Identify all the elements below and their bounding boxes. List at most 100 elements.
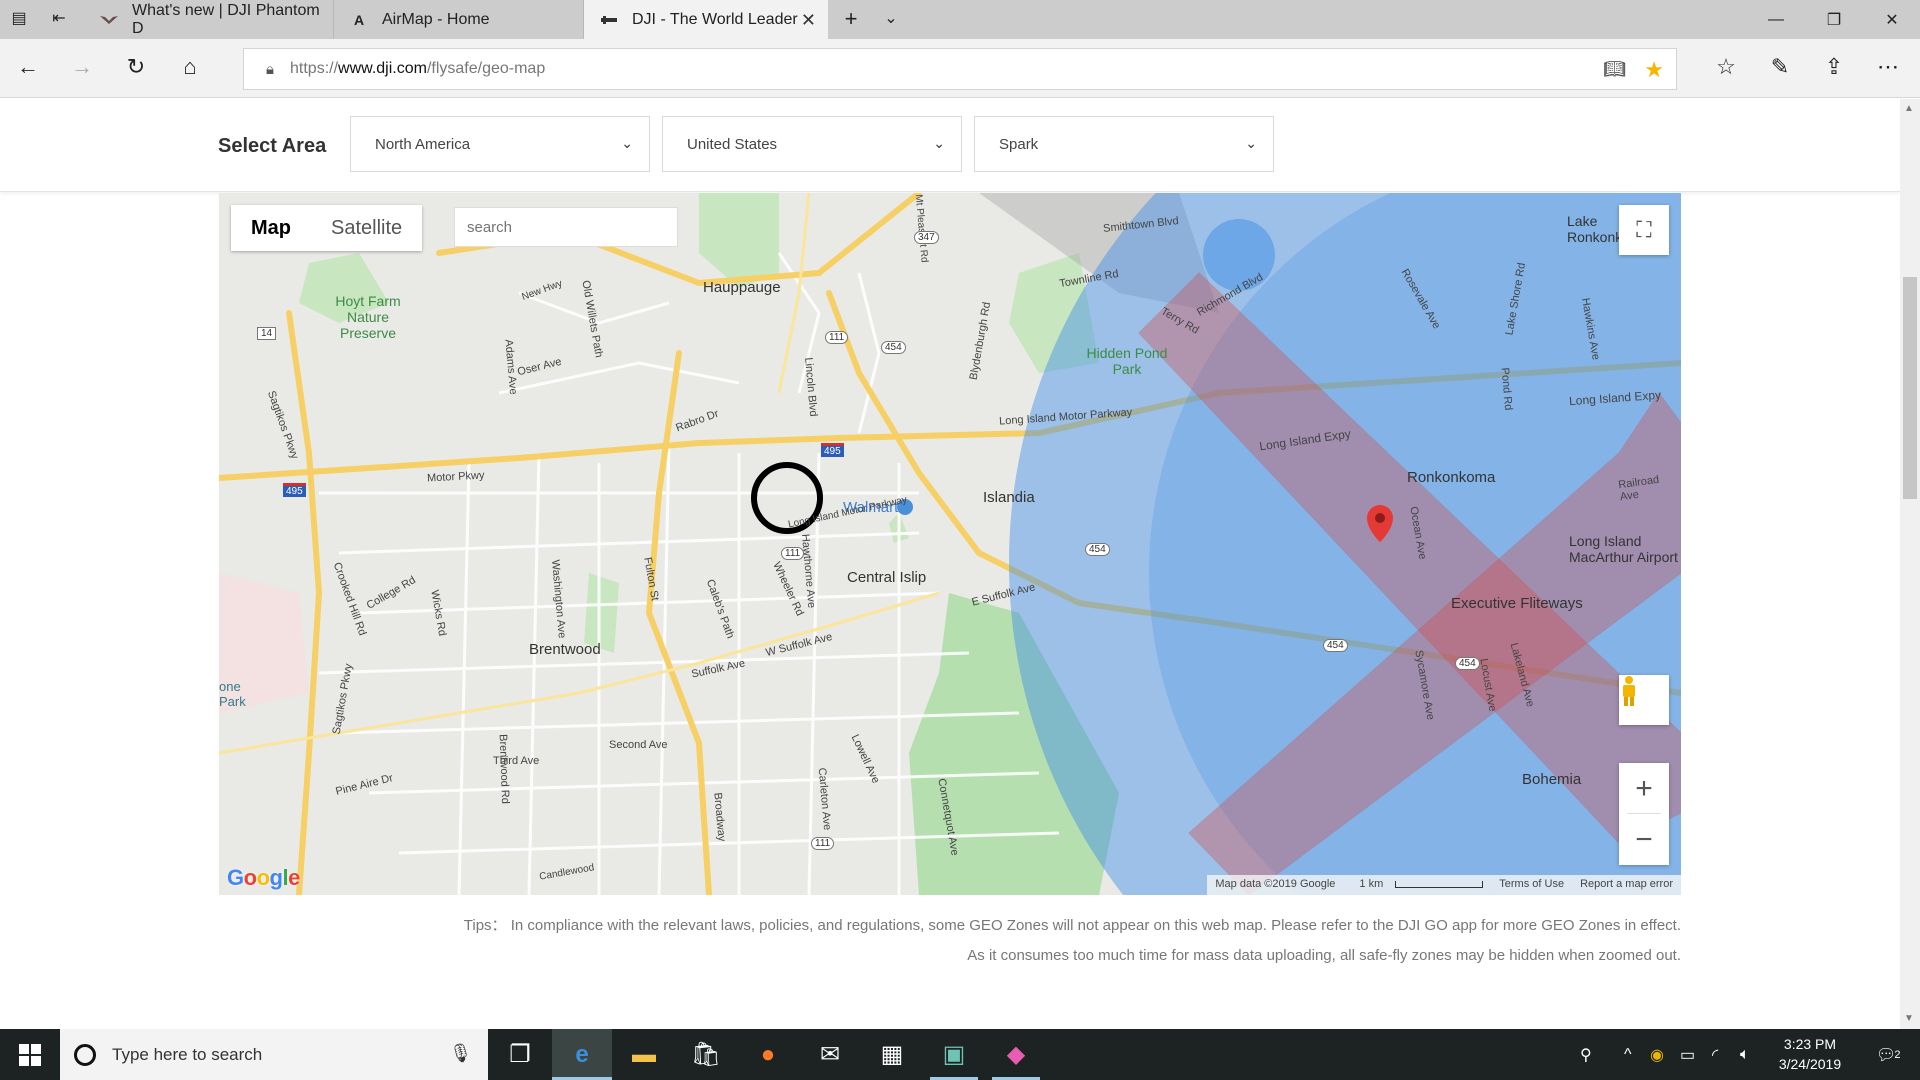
mail-icon[interactable]: ✉ [800, 1029, 860, 1080]
dji-logo-icon [600, 11, 618, 29]
route-shield: 111 [811, 837, 835, 850]
tab-airmap[interactable]: A AirMap - Home [334, 0, 584, 39]
more-options-icon[interactable]: ⋯ [1872, 51, 1904, 83]
new-tab-icon[interactable]: + [840, 8, 862, 30]
region-select[interactable]: North America ⌄ [350, 116, 650, 172]
fullscreen-icon[interactable]: ⛶ [1619, 205, 1669, 255]
tips-text: Tips： In compliance with the relevant la… [464, 911, 1681, 971]
tab-title: DJI - The World Leader [632, 10, 798, 28]
file-explorer-icon[interactable]: ▬ [614, 1029, 674, 1080]
close-tab-icon[interactable]: ✕ [801, 10, 816, 31]
address-bar[interactable]: 🔒︎ https://www.dji.com/flysafe/geo-map 📖… [243, 48, 1677, 90]
scroll-up-icon[interactable]: ▲ [1904, 103, 1914, 114]
tab-title: What's new | DJI Phantom D [132, 1, 320, 37]
place-label: Executive Fliteways [1451, 595, 1583, 612]
microphone-icon[interactable]: 🎙︎ [449, 1043, 472, 1064]
tab-preview-chevron-icon[interactable]: ⌄ [880, 8, 902, 30]
tab-dji-phantom[interactable]: What's new | DJI Phantom D [84, 0, 334, 39]
web-note-icon[interactable]: ✎ [1764, 51, 1796, 83]
road-label: Second Ave [609, 739, 668, 751]
street-view-pegman-icon[interactable] [1619, 675, 1669, 725]
wifi-icon[interactable]: ◜ [1712, 1029, 1718, 1080]
route-shield: 347 [914, 231, 939, 244]
share-icon[interactable]: ⇪ [1818, 51, 1850, 83]
report-map-error-link[interactable]: Report a map error [1572, 875, 1681, 895]
app-window-icon[interactable]: ▣ [924, 1029, 984, 1080]
firefox-icon[interactable]: ● [738, 1029, 798, 1080]
navigation-bar: ← → ↻ ⌂ 🔒︎ https://www.dji.com/flysafe/g… [0, 39, 1920, 98]
route-shield: 454 [1323, 639, 1348, 652]
map-type-control: Map Satellite [231, 205, 423, 251]
taskbar-search-placeholder: Type here to search [112, 1044, 263, 1064]
system-clock[interactable]: 3:23 PM 3/24/2019 [1760, 1034, 1860, 1074]
place-label: Bohemia [1522, 771, 1582, 788]
place-label: Ronkonkoma [1407, 469, 1496, 486]
place-label: Hauppauge [703, 279, 781, 296]
zoom-out-button[interactable]: − [1619, 814, 1669, 865]
lock-icon: 🔒︎ [266, 60, 274, 78]
map-canvas[interactable] [219, 193, 1681, 895]
select-area-bar: Select Area North America ⌄ United State… [0, 99, 1900, 192]
action-center-icon[interactable]: 💬︎ 2 [1876, 1029, 1900, 1080]
restore-icon[interactable]: ❐ [1804, 0, 1864, 39]
chevron-down-icon: ⌄ [621, 135, 633, 151]
google-logo: Google [227, 865, 300, 890]
edge-browser-icon[interactable]: e [552, 1029, 612, 1080]
place-label: one Park [219, 679, 246, 709]
page-content: Select Area North America ⌄ United State… [0, 99, 1900, 1029]
minimize-icon[interactable]: — [1746, 0, 1806, 39]
place-label: Islandia [983, 489, 1035, 506]
route-shield: 495 [821, 443, 844, 457]
place-label: Brentwood [529, 641, 601, 658]
map-search-input[interactable] [454, 207, 678, 247]
norton-shield-icon[interactable]: ◉ [1650, 1029, 1664, 1080]
calculator-icon[interactable]: ▦ [862, 1029, 922, 1080]
back-icon[interactable]: ← [12, 51, 44, 83]
zoom-in-button[interactable]: + [1619, 763, 1669, 814]
page-scrollbar[interactable]: ▲ ▼ [1900, 99, 1920, 1029]
scrollbar-thumb[interactable] [1903, 277, 1917, 499]
scroll-down-icon[interactable]: ▼ [1904, 1013, 1914, 1024]
clock-date: 3/24/2019 [1778, 1056, 1842, 1072]
place-label: Hidden Pond Park [1086, 345, 1168, 377]
route-shield: 111 [781, 547, 805, 560]
set-aside-tabs-icon[interactable]: ⇤ [48, 8, 70, 30]
battery-icon[interactable]: ▭ [1680, 1029, 1695, 1080]
task-view-icon[interactable]: ❐ [490, 1029, 550, 1080]
map-scale[interactable]: 1 km [1343, 875, 1491, 895]
dji-wings-icon [100, 11, 118, 29]
show-hidden-icons-chevron-icon[interactable]: ^ [1624, 1029, 1632, 1080]
reading-view-icon[interactable]: 📖︎ [1603, 59, 1626, 80]
store-icon[interactable]: 🛍︎ [676, 1029, 736, 1080]
volume-icon[interactable]: 🔈︎ [1740, 1029, 1750, 1080]
aircraft-select[interactable]: Spark ⌄ [974, 116, 1274, 172]
airmap-a-icon: A [353, 11, 365, 28]
tab-manager-icon[interactable]: ▤ [8, 8, 30, 30]
people-icon[interactable]: ⚲ [1580, 1029, 1592, 1080]
favorite-star-icon[interactable]: ★ [1644, 57, 1664, 83]
place-label: Central Islip [847, 569, 927, 586]
taskbar-search-box[interactable]: Type here to search 🎙︎ [60, 1029, 488, 1080]
home-icon[interactable]: ⌂ [174, 51, 206, 83]
geo-map[interactable]: Hauppauge Hoyt Farm Nature Preserve Hidd… [219, 193, 1681, 895]
forward-icon[interactable]: → [66, 51, 98, 83]
close-window-icon[interactable]: ✕ [1862, 0, 1920, 39]
favorites-hub-icon[interactable]: ☆ [1710, 51, 1742, 83]
route-shield: 454 [881, 341, 906, 354]
map-footer: Map data ©2019 Google 1 km Terms of Use … [1207, 875, 1681, 895]
terms-of-use-link[interactable]: Terms of Use [1491, 875, 1572, 895]
notification-count: 2 [1894, 1048, 1901, 1061]
country-select[interactable]: United States ⌄ [662, 116, 962, 172]
windows-start-icon[interactable] [0, 1029, 60, 1080]
refresh-icon[interactable]: ↻ [120, 51, 152, 83]
url-text: https://www.dji.com/flysafe/geo-map [290, 60, 546, 77]
chevron-down-icon: ⌄ [933, 135, 945, 151]
paint-3d-icon[interactable]: ◆ [986, 1029, 1046, 1080]
windows-taskbar: Type here to search 🎙︎ ❐ e ▬ 🛍︎ ● ✉ ▦ ▣ … [0, 1029, 1920, 1080]
map-view-button[interactable]: Map [231, 205, 311, 251]
country-value: United States [687, 135, 778, 153]
tab-dji-active[interactable]: DJI - The World Leader ✕ [584, 0, 828, 39]
zoom-control: + − [1619, 763, 1669, 865]
satellite-view-button[interactable]: Satellite [311, 205, 422, 251]
aircraft-value: Spark [999, 135, 1039, 153]
